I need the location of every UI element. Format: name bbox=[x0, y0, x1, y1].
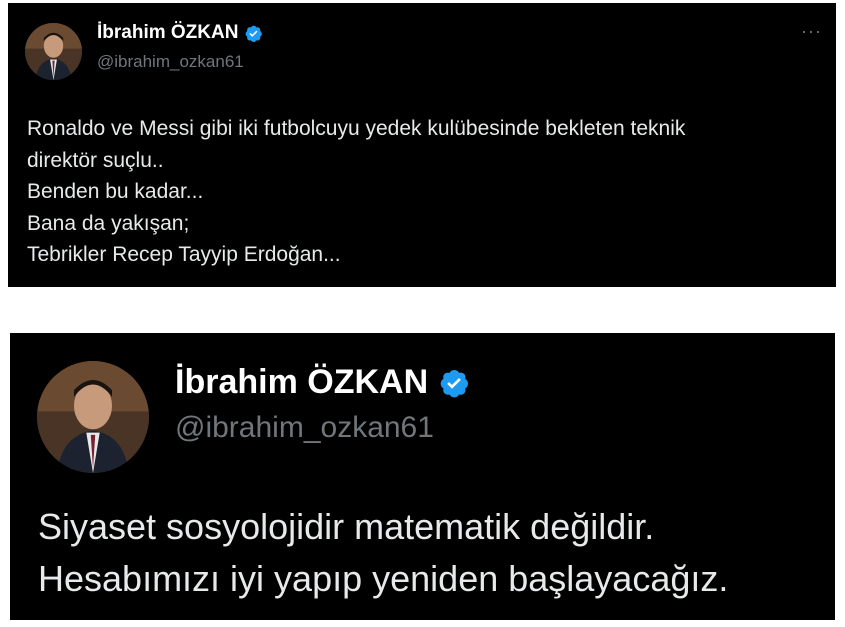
tweet-line: Ronaldo ve Messi gibi iki futbolcuyu yed… bbox=[27, 117, 686, 140]
avatar-image bbox=[25, 23, 82, 80]
tweet-card-1[interactable]: İbrahim ÖZKAN @ibrahim_ozkan61 ··· Ronal… bbox=[8, 3, 836, 287]
verified-badge-icon bbox=[244, 24, 263, 43]
more-options-icon[interactable]: ··· bbox=[801, 21, 822, 42]
tweet-text: Ronaldo ve Messi gibi iki futbolcuyu yed… bbox=[27, 113, 827, 271]
avatar[interactable] bbox=[25, 23, 82, 80]
tweet-line: Hesabımızı iyi yapıp yeniden başlayacağı… bbox=[38, 558, 729, 599]
tweet-line: Tebrikler Recep Tayyip Erdoğan... bbox=[27, 243, 341, 266]
tweet-card-2[interactable]: İbrahim ÖZKAN @ibrahim_ozkan61 Siyaset s… bbox=[10, 333, 835, 620]
author-handle[interactable]: @ibrahim_ozkan61 bbox=[175, 411, 434, 445]
avatar[interactable] bbox=[37, 361, 149, 473]
author-name[interactable]: İbrahim ÖZKAN bbox=[175, 363, 428, 402]
tweet-text: Siyaset sosyolojidir matematik değildir.… bbox=[38, 501, 828, 605]
avatar-image bbox=[37, 361, 149, 473]
author-handle[interactable]: @ibrahim_ozkan61 bbox=[97, 52, 244, 72]
tweet-line: Benden bu kadar... bbox=[27, 180, 204, 203]
author-name[interactable]: İbrahim ÖZKAN bbox=[97, 22, 238, 44]
tweet-line: Bana da yakışan; bbox=[27, 211, 190, 235]
tweet-line: direktör suçlu.. bbox=[27, 148, 164, 172]
verified-badge-icon bbox=[438, 367, 470, 399]
tweet-line: Siyaset sosyolojidir matematik değildir. bbox=[38, 506, 655, 547]
